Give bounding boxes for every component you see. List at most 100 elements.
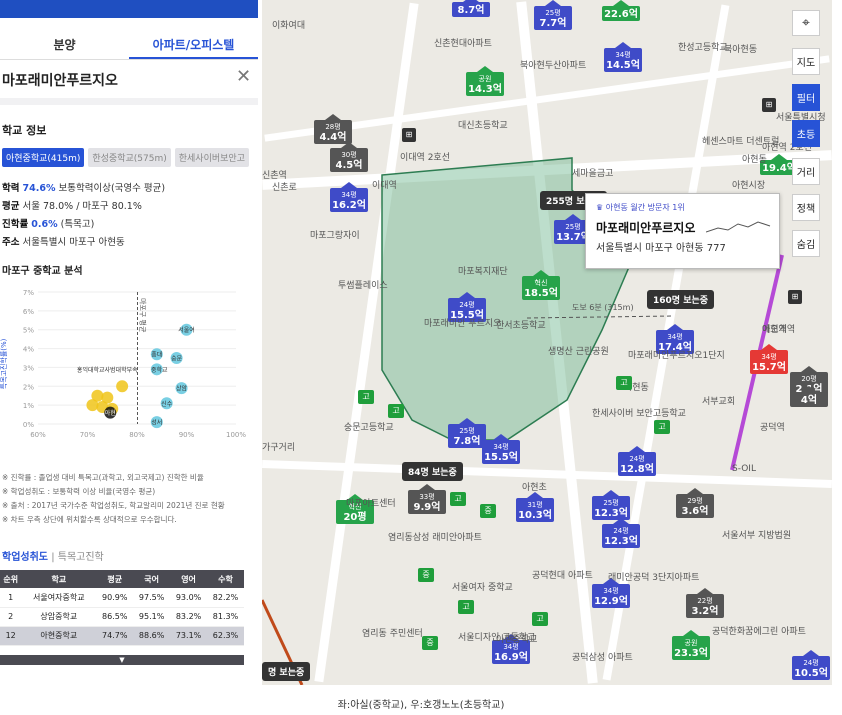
school-flag-icon[interactable]: 중 xyxy=(422,636,438,650)
x-tick-label: 70% xyxy=(80,431,96,439)
price-marker[interactable]: 34평 16.2억 xyxy=(330,182,368,212)
price-marker[interactable]: 25평 7.8억 xyxy=(448,418,486,448)
point-label: 중학교 xyxy=(151,366,168,374)
price-marker[interactable]: 22.6억 xyxy=(602,0,640,21)
map-label: 투썸플레이스 xyxy=(338,281,388,291)
listing-tabs: 분양 아파트/오피스텔 xyxy=(0,30,258,60)
table-title: 학업성취도 | 특목고진학 xyxy=(2,552,104,563)
school-flag-icon[interactable]: 중 xyxy=(418,568,434,582)
close-icon[interactable]: ✕ xyxy=(236,66,251,87)
map-label: 아현시장 xyxy=(732,181,766,191)
location-icon[interactable]: ⌖ xyxy=(792,10,820,36)
school-flag-icon[interactable]: 고 xyxy=(458,600,474,614)
map-label: 마포그랑자이 xyxy=(310,231,360,241)
map-label: 서울서부 지방법원 xyxy=(722,531,792,541)
policy-button[interactable]: 정책 xyxy=(792,194,820,221)
map-label: 염리동삼성 래미안아파트 xyxy=(388,533,482,543)
table-row-highlight[interactable]: 12 아현중학교 74.7% 88.6% 73.1% 62.3% xyxy=(0,626,244,646)
school-flag-icon[interactable]: 고 xyxy=(616,376,632,390)
map-label: 대신초등학교 xyxy=(458,121,508,131)
scatter-point[interactable] xyxy=(91,389,104,402)
price-marker[interactable]: 29평 3.6억 xyxy=(676,488,714,518)
school-pill-hanseong[interactable]: 한성중학교(575m) xyxy=(88,148,171,167)
viewers-bubble: 명 보는중 xyxy=(262,662,311,681)
map-label: 생명산 근린공원 xyxy=(548,347,609,357)
school-flag-icon[interactable]: 고 xyxy=(358,390,374,404)
average-line-label: 마포구 평균 xyxy=(138,298,147,333)
price-marker[interactable]: 33평 9.9억 xyxy=(408,484,446,514)
price-marker[interactable]: 혁신 18.5억 xyxy=(522,270,560,300)
tab-apartment[interactable]: 아파트/오피스텔 xyxy=(129,30,258,59)
price-marker[interactable]: 34평 15.5억 xyxy=(482,434,520,464)
school-pills: 아현중학교(415m) 한성중학교(575m) 한세사이버보안고 xyxy=(2,148,249,167)
apartment-popup[interactable]: ♛ 아현동 월간 방문자 1위 마포래미안푸르지오 서울특별시 마포구 아현동 … xyxy=(585,193,780,269)
filter-button[interactable]: 필터 xyxy=(792,84,820,111)
map-label: 한성고등학교 xyxy=(678,43,728,53)
price-marker[interactable]: 공원 14.3억 xyxy=(466,66,504,96)
point-label: 성서 xyxy=(151,419,162,427)
table-row[interactable]: 2 상암중학교 86.5% 95.1% 83.2% 81.3% xyxy=(0,607,244,627)
price-marker[interactable]: 28평 4.4억 xyxy=(314,114,352,144)
price-marker[interactable]: 24평 12.8억 xyxy=(618,446,656,476)
school-pill-hanse[interactable]: 한세사이버보안고 xyxy=(174,148,249,167)
stat-average: 평균 서울 78.0% / 마포구 80.1% xyxy=(2,201,142,212)
table-row[interactable]: 1 서울여자중학교 90.9% 97.5% 93.0% 82.2% xyxy=(0,588,244,608)
popup-visitors: ♛ 아현동 월간 방문자 1위 xyxy=(596,203,685,212)
map-label: 공덕현대 아파트 xyxy=(532,571,593,581)
map-label: 서울여자 중학교 xyxy=(452,583,513,593)
map-label: 신촌로 xyxy=(272,183,297,193)
map-view[interactable]: 8.7억 25평 7.7억 22.6억 34평 14.5억공원 14.3억 28평 4.4억 30… xyxy=(262,0,832,685)
table-expand-button[interactable]: ▼ xyxy=(0,655,244,665)
map-label: 가구거리 xyxy=(262,443,296,453)
price-marker[interactable]: 8.7억 xyxy=(452,0,490,17)
price-marker[interactable]: 24평 10.5억 xyxy=(792,650,830,680)
y-tick-label: 7% xyxy=(23,289,34,297)
popup-address: 서울특별시 마포구 아현동 777 xyxy=(596,243,726,254)
y-tick-label: 5% xyxy=(23,327,34,335)
price-marker[interactable]: 31평 10.3억 xyxy=(516,492,554,522)
price-marker[interactable]: 34평 14.5억 xyxy=(604,42,642,72)
point-label: 상암 xyxy=(176,385,188,393)
school-flag-icon[interactable]: 중 xyxy=(480,504,496,518)
distance-button[interactable]: 거리 xyxy=(792,158,820,185)
tab-presale[interactable]: 분양 xyxy=(0,30,129,59)
school-flag-icon[interactable]: 고 xyxy=(532,612,548,626)
viewers-bubble: 160명 보는중 xyxy=(647,290,715,309)
map-label: 신촌현대아파트 xyxy=(434,39,492,49)
school-zone xyxy=(262,157,784,685)
price-marker[interactable]: 24평 12.3억 xyxy=(602,518,640,548)
elementary-button[interactable]: 초등 xyxy=(792,120,820,147)
note-1: ※ 진학률 : 졸업생 대비 특목고(과학고, 외고국제고) 진학한 비율 xyxy=(2,473,204,482)
school-flag-icon[interactable]: 고 xyxy=(450,492,466,506)
map-label: 마포래미안푸르지오1단지 xyxy=(628,351,725,361)
map-label: 서부교회 xyxy=(702,397,736,407)
panel-top-bar xyxy=(0,0,258,18)
map-label: 세마을금고 xyxy=(572,169,614,179)
map-label: 아현중학교 xyxy=(496,635,538,645)
price-marker[interactable]: 34평 15.7억 xyxy=(750,344,788,374)
point-label: 홍대 xyxy=(151,351,162,359)
apartment-name: 마포래미안푸르지오 xyxy=(2,73,118,89)
price-marker[interactable]: 34평 12.9억 xyxy=(592,578,630,608)
school-flag-icon[interactable]: 고 xyxy=(654,420,670,434)
x-tick-label: 100% xyxy=(226,431,246,439)
scatter-point[interactable] xyxy=(116,380,129,393)
y-tick-label: 6% xyxy=(23,308,34,316)
price-marker[interactable]: 30평 4.5억 xyxy=(330,142,368,172)
subway-icon: ⊞ xyxy=(402,128,416,142)
school-pill-ahyeon[interactable]: 아현중학교(415m) xyxy=(2,148,85,167)
map-button[interactable]: 지도 xyxy=(792,48,820,75)
map-label: 한세사이버 보안고등학교 xyxy=(592,409,686,419)
price-marker[interactable]: 25평 12.3억 xyxy=(592,490,630,520)
point-label: 숭문 xyxy=(171,356,183,363)
hide-button[interactable]: 숨김 xyxy=(792,230,820,257)
price-marker[interactable]: 공원 23.3억 xyxy=(672,630,710,660)
price-marker[interactable]: 25평 7.7억 xyxy=(534,0,572,30)
map-label: 마포아트센터 xyxy=(346,499,396,509)
price-marker[interactable]: 4억 xyxy=(790,386,828,407)
map-label: 아현동 xyxy=(742,155,767,165)
price-marker[interactable]: 22평 3.2억 xyxy=(686,588,724,618)
note-4: ※ 차트 우측 상단에 위치할수록 상대적으로 우수합니다. xyxy=(2,515,177,524)
school-flag-icon[interactable]: 고 xyxy=(388,404,404,418)
divider xyxy=(0,98,258,105)
